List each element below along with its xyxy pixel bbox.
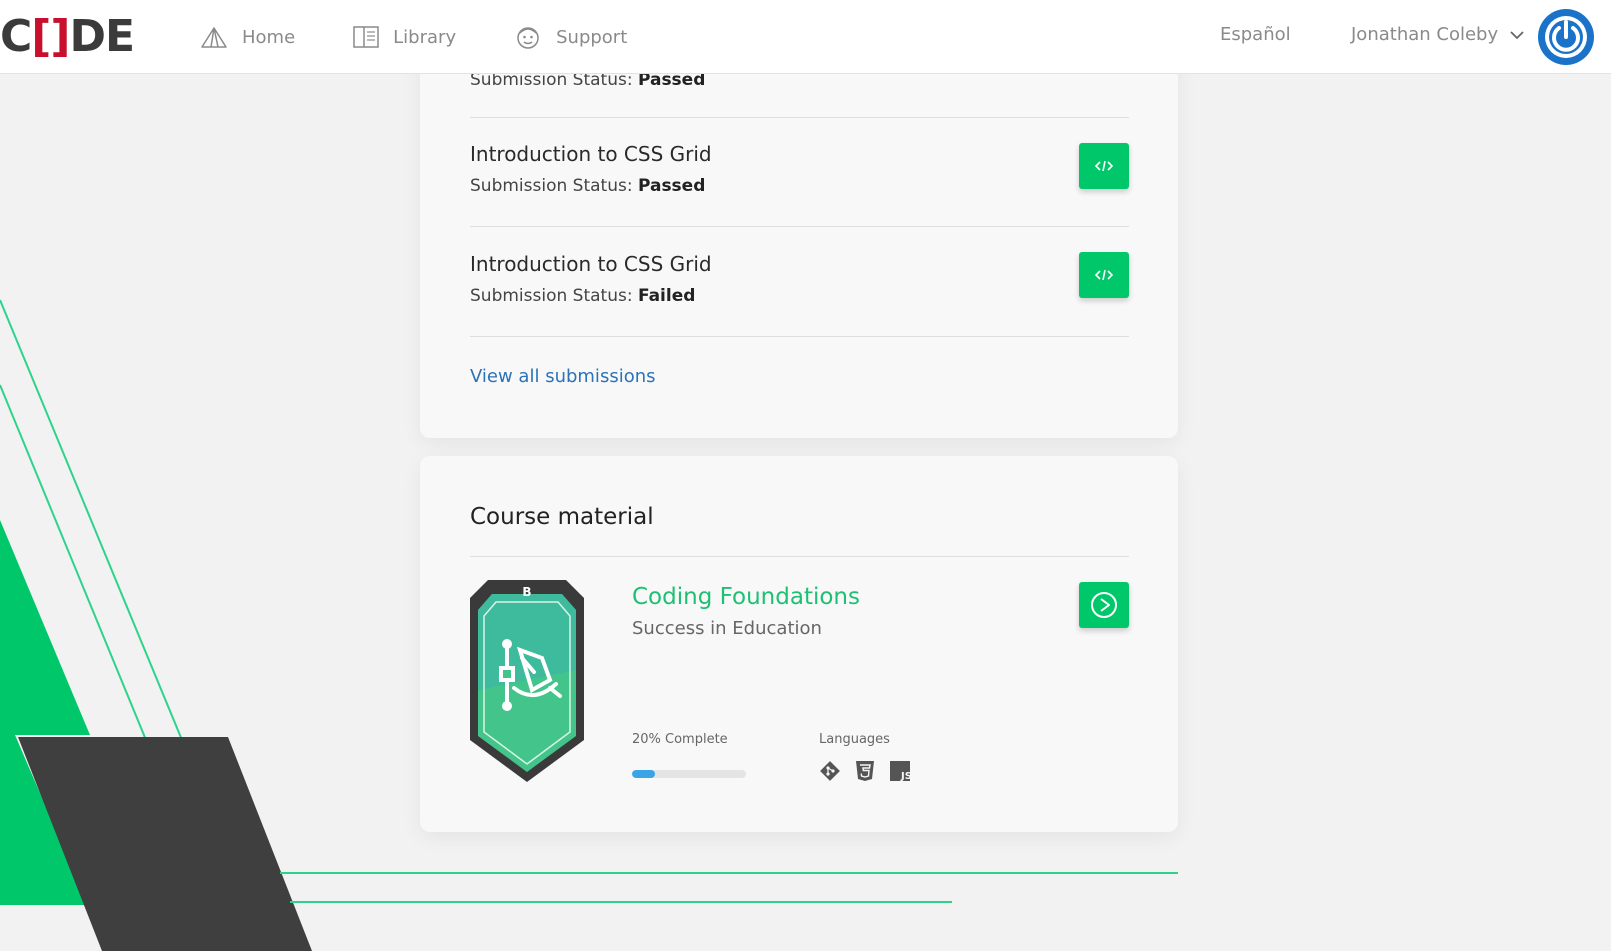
support-face-icon (517, 27, 539, 49)
nav-home[interactable]: Home (200, 26, 295, 48)
logo-brackets: [] (31, 11, 70, 62)
code-button[interactable] (1079, 252, 1129, 298)
submissions-card: Submission Status: Passed Introduction t… (420, 30, 1178, 438)
logo-text: DE (69, 11, 136, 62)
submission-status: Submission Status: Passed (470, 176, 706, 196)
play-icon (1091, 592, 1117, 618)
power-button[interactable] (1538, 9, 1594, 65)
submission-title: Introduction to CSS Grid (470, 142, 712, 166)
nav-support-label: Support (556, 26, 628, 48)
submission-title: Introduction to CSS Grid (470, 252, 712, 276)
view-all-submissions-link[interactable]: View all submissions (470, 366, 656, 387)
submission-status: Submission Status: Failed (470, 286, 696, 306)
chevron-down-icon (1510, 30, 1524, 39)
language-icons: JS (819, 760, 925, 782)
language-switch[interactable]: Español (1220, 24, 1291, 45)
course-badge-icon: B (470, 580, 584, 782)
main-nav: Home Library Support (200, 0, 685, 74)
logo-text: C (0, 11, 32, 62)
nav-library[interactable]: Library (353, 26, 456, 48)
svg-text:JS: JS (900, 771, 911, 782)
course-organization: Success in Education (632, 618, 822, 639)
book-icon (353, 26, 379, 48)
course-material-card: Course material B Coding Foundations Suc… (420, 456, 1178, 832)
progress-label: 20% Complete (632, 732, 728, 747)
progress-fill (632, 770, 655, 778)
git-icon (819, 760, 841, 782)
course-title-link[interactable]: Coding Foundations (632, 584, 860, 610)
logo[interactable]: C[] DE (0, 11, 136, 62)
user-menu[interactable]: Jonathan Coleby (1351, 24, 1524, 45)
html5-icon (855, 760, 875, 782)
submission-row: Introduction to CSS Grid Submission Stat… (470, 118, 1129, 227)
nav-home-label: Home (242, 26, 296, 48)
nav-support[interactable]: Support (514, 23, 627, 51)
languages-label: Languages (819, 732, 890, 747)
code-icon (1095, 160, 1113, 172)
top-header: C[] DE Home Library Support Español Jona… (0, 0, 1611, 74)
js-icon: JS (889, 760, 911, 782)
tent-icon (201, 27, 227, 48)
code-icon (1095, 269, 1113, 281)
divider (470, 556, 1129, 557)
power-icon (1545, 16, 1587, 58)
svg-text:B: B (522, 585, 531, 599)
play-course-button[interactable] (1079, 582, 1129, 628)
code-button[interactable] (1079, 143, 1129, 189)
user-name: Jonathan Coleby (1351, 24, 1499, 45)
course-material-title: Course material (470, 504, 654, 530)
submission-row: Introduction to CSS Grid Submission Stat… (470, 227, 1129, 337)
nav-library-label: Library (393, 26, 457, 48)
progress-bar (632, 770, 746, 778)
